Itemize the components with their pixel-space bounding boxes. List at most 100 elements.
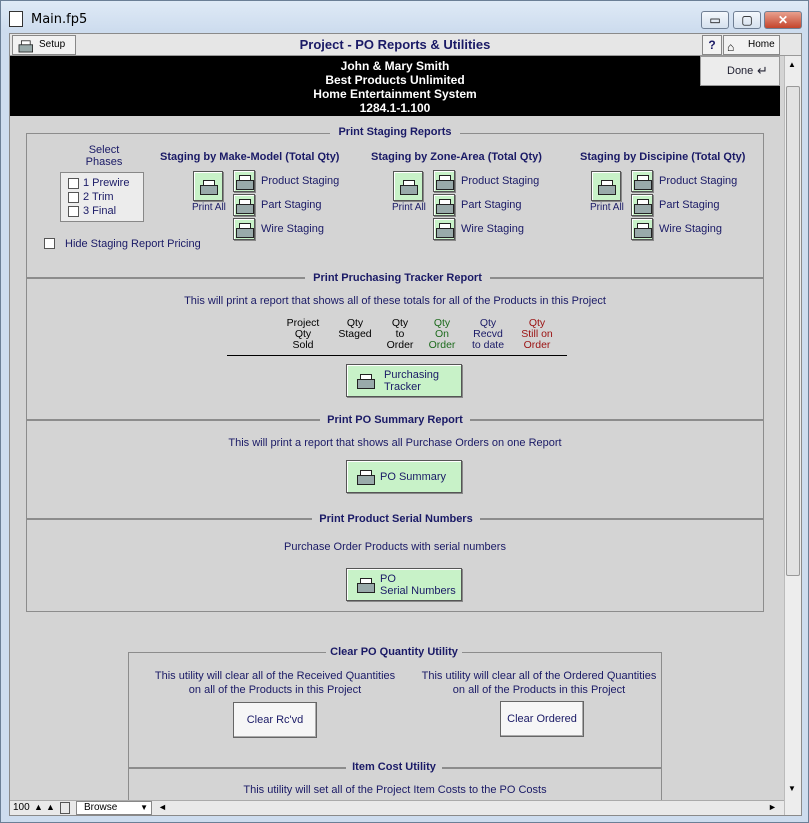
tracker-section-title: Print Pruchasing Tracker Report	[305, 272, 490, 284]
scroll-right-icon[interactable]: ►	[768, 802, 777, 812]
col-line-3: to date	[471, 339, 505, 351]
product-staging-button[interactable]	[233, 170, 255, 192]
tracker-divider	[227, 355, 567, 356]
col-line-3: Order	[428, 339, 456, 351]
company-name: Best Products Unlimited	[325, 73, 465, 87]
purchasing-tracker-button[interactable]: Purchasing Tracker	[346, 364, 462, 397]
mode-selector[interactable]: Browse ▼	[76, 801, 152, 815]
close-button[interactable]: ✕	[764, 11, 802, 29]
purchasing-tracker-label: Purchasing Tracker	[384, 369, 439, 393]
app-window: Main.fp5 ▭ ▢ ✕ Setup Project - PO Report…	[0, 0, 809, 823]
select-phases-title-2: Phases	[85, 156, 123, 168]
print-all-button-make-model[interactable]	[193, 171, 223, 201]
item-cost-description: This utility will set all of the Project…	[243, 784, 547, 796]
vertical-scrollbar[interactable]: ▲ ▼	[784, 56, 801, 815]
clear-ordered-description-2: on all of the Products in this Project	[452, 684, 626, 696]
scroll-left-icon[interactable]: ◄	[158, 802, 167, 812]
item-cost-section-title: Item Cost Utility	[346, 761, 442, 773]
print-all-button-zone-area[interactable]	[393, 171, 423, 201]
scroll-up-icon[interactable]: ▲	[788, 60, 796, 69]
print-all-label: Print All	[192, 202, 226, 213]
wire-staging-label: Wire Staging	[659, 223, 722, 235]
printer-icon	[18, 40, 33, 53]
po-summary-button[interactable]: PO Summary	[346, 460, 462, 493]
printer-icon	[236, 199, 254, 214]
po-summary-description: This will print a report that shows all …	[228, 437, 562, 449]
hide-pricing-checkbox[interactable]	[44, 238, 55, 249]
phase-checkbox-3[interactable]	[68, 206, 79, 217]
group-title-zone-area: Staging by Zone-Area (Total Qty)	[371, 151, 542, 163]
phase-checkbox-2[interactable]	[68, 192, 79, 203]
part-staging-button[interactable]	[631, 194, 653, 216]
printer-icon	[634, 223, 652, 238]
zoom-in-icon[interactable]: ▲	[46, 802, 55, 812]
printer-icon	[357, 470, 375, 485]
home-button[interactable]: ⌂ Home	[723, 35, 780, 55]
wire-staging-button[interactable]	[233, 218, 255, 240]
wire-staging-button[interactable]	[433, 218, 455, 240]
page-title: Project - PO Reports & Utilities	[299, 37, 491, 52]
phase-label-2: 2 Trim	[83, 191, 114, 203]
part-staging-label: Part Staging	[461, 199, 522, 211]
maximize-button[interactable]: ▢	[733, 11, 761, 29]
part-staging-label: Part Staging	[659, 199, 720, 211]
product-staging-button[interactable]	[433, 170, 455, 192]
col-line-3: Order	[386, 339, 414, 351]
title-bar: Main.fp5 ▭ ▢ ✕	[1, 1, 808, 33]
minimize-button[interactable]: ▭	[701, 11, 729, 29]
printer-icon	[634, 175, 652, 190]
serial-numbers-button[interactable]: PO Serial Numbers	[346, 568, 462, 601]
clear-ordered-description-1: This utility will clear all of the Order…	[421, 670, 657, 682]
button-line-1: PO	[380, 573, 396, 585]
wire-staging-button[interactable]	[631, 218, 653, 240]
zoom-out-icon[interactable]: ▲	[34, 802, 43, 812]
header-bar: Setup Project - PO Reports & Utilities ?…	[10, 34, 801, 56]
phases-list: 1 Prewire 2 Trim 3 Final	[60, 172, 144, 222]
project-name: Home Entertainment System	[313, 87, 477, 101]
column-qty-to-order: Qty to Order	[380, 318, 420, 351]
client-name: John & Mary Smith	[340, 59, 450, 73]
printer-icon	[400, 180, 418, 195]
clear-rcvd-description-2: on all of the Products in this Project	[188, 684, 362, 696]
column-qty-staged: Qty Staged	[332, 318, 378, 340]
print-all-label: Print All	[590, 202, 624, 213]
status-bar: 100 ▲ ▲ Browse ▼ ◄ ►	[10, 800, 784, 815]
column-qty-recvd: Qty Recvd to date	[466, 318, 510, 351]
printer-icon	[357, 374, 375, 389]
product-staging-label: Product Staging	[261, 175, 340, 187]
printer-icon	[236, 223, 254, 238]
print-all-button-discipline[interactable]	[591, 171, 621, 201]
printer-icon	[634, 199, 652, 214]
part-staging-button[interactable]	[233, 194, 255, 216]
tracker-description: This will print a report that shows all …	[184, 295, 606, 307]
scrollbar-thumb[interactable]	[786, 86, 800, 576]
printer-icon	[436, 175, 454, 190]
scroll-down-icon[interactable]: ▼	[788, 784, 796, 793]
help-button[interactable]: ?	[702, 35, 722, 55]
clear-ordered-button[interactable]: Clear Ordered	[500, 701, 584, 737]
button-line-2: Tracker	[384, 381, 421, 393]
column-qty-on-order: Qty On Order	[422, 318, 462, 351]
home-label: Home	[748, 39, 775, 50]
printer-icon	[200, 180, 218, 195]
button-line-2: Serial Numbers	[380, 585, 456, 597]
clear-rcvd-button[interactable]: Clear Rc'vd	[233, 702, 317, 738]
phase-label-3: 3 Final	[83, 205, 117, 217]
document-icon	[9, 11, 23, 27]
product-staging-label: Product Staging	[659, 175, 738, 187]
part-staging-button[interactable]	[433, 194, 455, 216]
product-staging-label: Product Staging	[461, 175, 540, 187]
wire-staging-label: Wire Staging	[261, 223, 324, 235]
zoom-level[interactable]: 100	[13, 802, 30, 813]
po-summary-section-title: Print PO Summary Report	[320, 414, 470, 426]
po-summary-label: PO Summary	[380, 471, 447, 483]
printer-icon	[436, 223, 454, 238]
phase-checkbox-1[interactable]	[68, 178, 79, 189]
window-title: Main.fp5	[31, 12, 88, 27]
done-button[interactable]: Done ↵	[700, 56, 780, 86]
setup-button[interactable]: Setup	[12, 35, 76, 55]
layout-toggle-icon[interactable]	[60, 802, 70, 814]
col-line-3: Sold	[292, 339, 314, 351]
mode-label: Browse	[84, 802, 118, 813]
product-staging-button[interactable]	[631, 170, 653, 192]
